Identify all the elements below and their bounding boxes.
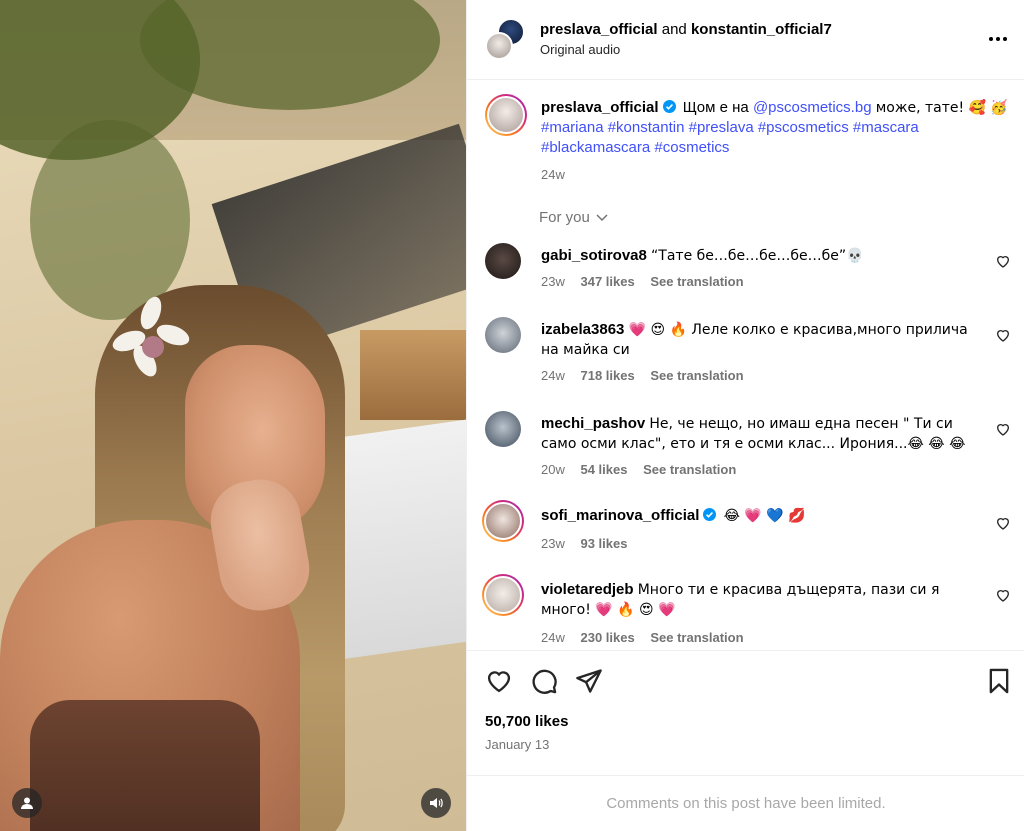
heart-icon[interactable] [995,327,1011,343]
comment-time[interactable]: 23w [541,274,565,289]
like-button[interactable] [485,667,513,695]
comment-text: violetaredjeb Много ти е красива дъщерят… [541,580,971,620]
post-header: preslava_official and konstantin_officia… [467,0,1024,80]
heart-icon[interactable] [995,587,1011,603]
lounger-background [360,330,466,420]
heart-icon[interactable] [995,515,1011,531]
coauthor-username[interactable]: konstantin_official7 [691,21,832,38]
caption-text-start: Щом е на [682,99,749,116]
caption-text-end: може, тате! 🥰 [875,100,986,116]
avatar[interactable] [485,243,521,279]
post-dialog: preslava_official and konstantin_officia… [0,0,1024,831]
more-options-button[interactable] [985,26,1011,52]
collab-avatars[interactable] [485,18,525,60]
speaker-icon [430,798,443,808]
hair-flower [109,292,193,382]
comment-username[interactable]: mechi_pashov [541,415,645,432]
avatar [485,32,513,60]
hashtag-link[interactable]: #preslava [689,119,754,136]
caption-text: preslava_official Щом е на @pscosmetics.… [541,98,1011,158]
verified-badge-icon [703,508,717,521]
comment-body: 😂 💗 💙 💋 [723,508,806,524]
user-icon [21,797,33,809]
comment-time[interactable]: 20w [541,462,565,477]
comment-likes[interactable]: 718 likes [580,368,634,383]
comment-username[interactable]: izabela3863 [541,321,624,338]
hashtag-link[interactable]: #konstantin [608,119,685,136]
comment-text: gabi_sotirova8 “Тате бе…бе…бе…бе…бе”💀 [541,246,971,266]
avatar[interactable] [482,500,524,542]
post-likes-count[interactable]: 50,700 likes [485,713,568,730]
audio-link[interactable]: Original audio [540,42,620,57]
sort-label: For you [539,209,590,226]
author-username[interactable]: preslava_official [540,21,658,38]
avatar[interactable] [485,411,521,447]
hashtag-link[interactable]: #cosmetics [654,139,729,156]
comment-sort-dropdown[interactable]: For you [539,209,608,226]
heart-icon[interactable] [995,421,1011,437]
comment-body: “Тате бе…бе…бе…бе…бе”💀 [651,248,864,264]
post-date[interactable]: January 13 [485,737,549,752]
hashtag-link[interactable]: #pscosmetics [758,119,849,136]
more-horizontal-icon [989,37,1007,41]
comment-time[interactable]: 24w [541,368,565,383]
post-details-panel: preslava_official and konstantin_officia… [466,0,1024,831]
post-actions: 50,700 likes January 13 [467,650,1024,790]
avatar[interactable] [485,94,527,136]
comment-time[interactable]: 24w [541,630,565,645]
comment-meta: 20w 54 likes See translation [541,462,748,477]
authors-joiner: and [661,21,687,38]
see-translation-link[interactable]: See translation [650,368,743,383]
heart-icon[interactable] [995,253,1011,269]
see-translation-link[interactable]: See translation [650,274,743,289]
caption-timestamp[interactable]: 24w [541,167,565,182]
post-authors: preslava_official and konstantin_officia… [540,20,832,40]
caption-username[interactable]: preslava_official [541,99,659,116]
comment-meta: 24w 718 likes See translation [541,368,756,383]
see-translation-link[interactable]: See translation [643,462,736,477]
comment-username[interactable]: gabi_sotirova8 [541,247,647,264]
caption-emoji: 🥳 [990,100,1008,116]
comment-username[interactable]: violetaredjeb [541,581,634,598]
comment-text: mechi_pashov Не, че нещо, но имаш една п… [541,414,971,454]
swimsuit [30,700,260,831]
verified-badge-icon [662,100,676,113]
audio-toggle-button[interactable] [421,788,451,818]
avatar[interactable] [482,574,524,616]
comment-button[interactable] [530,667,558,695]
share-button[interactable] [575,667,603,695]
comment-meta: 23w 347 likes See translation [541,274,756,289]
comment-text: izabela3863 💗 😍 🔥 Леле колко е красива,м… [541,320,971,360]
avatar[interactable] [485,317,521,353]
comment-likes[interactable]: 230 likes [580,630,634,645]
comment-likes[interactable]: 93 likes [580,536,627,551]
save-button[interactable] [985,667,1013,695]
hashtag-link[interactable]: #blackamascara [541,139,650,156]
comment-likes[interactable]: 54 likes [580,462,627,477]
comment-meta: 24w 230 likes See translation [541,630,756,645]
comments-limited-notice: Comments on this post have been limited. [467,775,1024,831]
hashtag-link[interactable]: #mariana [541,119,604,136]
comment-time[interactable]: 23w [541,536,565,551]
hashtag-link[interactable]: #mascara [853,119,919,136]
post-video[interactable] [0,0,466,831]
palm-leaves [30,120,190,320]
caption-mention[interactable]: @pscosmetics.bg [753,99,872,116]
tagged-users-button[interactable] [12,788,42,818]
comment-text: sofi_marinova_official 😂 💗 💙 💋 [541,506,971,526]
comment-username[interactable]: sofi_marinova_official [541,507,699,524]
comment-likes[interactable]: 347 likes [580,274,634,289]
see-translation-link[interactable]: See translation [650,630,743,645]
chevron-down-icon [596,213,608,221]
comment-meta: 23w 93 likes [541,536,639,551]
